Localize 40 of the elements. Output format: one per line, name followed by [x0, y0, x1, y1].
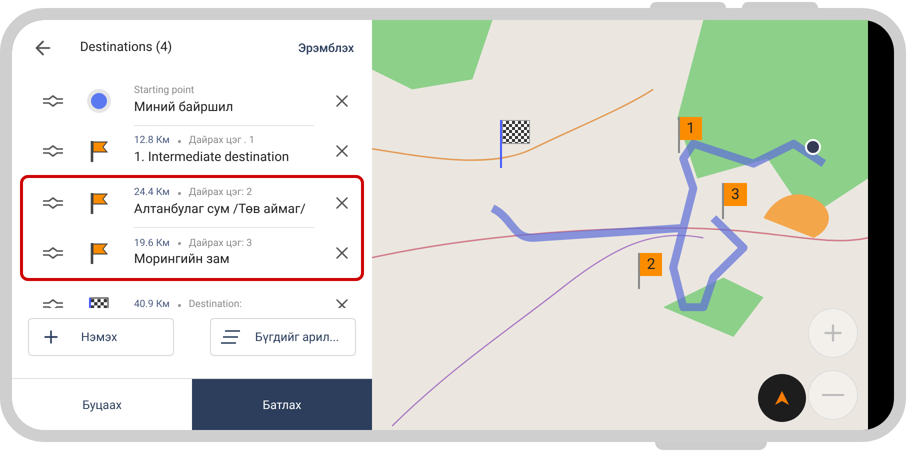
stop-caption: Дайрах цэг: 2: [188, 187, 252, 200]
minus-icon: [822, 394, 844, 396]
stop-caption: Дайрах цэг: 3: [188, 238, 252, 250]
drag-handle-icon[interactable]: [42, 144, 64, 158]
sort-link[interactable]: Эрэмблэх: [298, 39, 354, 57]
clear-all-button[interactable]: Бүгдийг арил...: [210, 318, 356, 356]
drag-handle-icon[interactable]: [42, 196, 64, 210]
flag-icon: [90, 140, 108, 162]
destination-row[interactable]: 12.8 Км Дайрах цэг . 1 1. Intermediate destination: [12, 126, 372, 176]
destination-row[interactable]: 19.6 Км Дайрах цэг: 3 Морингийн зам: [23, 228, 361, 278]
drag-handle-icon[interactable]: [42, 94, 64, 108]
finish-flag-marker[interactable]: [500, 120, 530, 168]
drag-handle-icon[interactable]: [42, 298, 64, 308]
navigation-arrow-icon: [775, 391, 789, 405]
distance-text: 19.6 Км: [134, 238, 170, 250]
destination-row[interactable]: 24.4 Км Дайрах цэг: 2 Алтанбулаг сум /Төв аймаг/: [23, 178, 361, 228]
navigation-button[interactable]: [758, 374, 806, 422]
destination-name: Миний байршил: [134, 100, 234, 116]
waypoint-number: 2: [640, 252, 662, 276]
lines-icon: [221, 330, 241, 344]
confirm-button[interactable]: Батлах: [192, 379, 372, 430]
distance-text: 12.8 Км: [134, 135, 170, 148]
destination-name: Морингийн зам: [134, 252, 231, 268]
destination-name: 1. Intermediate destination: [134, 150, 290, 166]
destination-row[interactable]: 40.9 Км Destination:: [12, 280, 372, 308]
flag-icon: [90, 242, 108, 264]
distance-text: 24.4 Км: [134, 187, 170, 200]
distance-text: 40.9 Км: [134, 298, 170, 308]
destination-name: Алтанбулаг сум /Төв аймаг/: [134, 202, 307, 218]
stop-caption: Дайрах цэг . 1: [188, 135, 255, 148]
stop-caption: Destination:: [188, 298, 242, 308]
waypoint-number: 3: [724, 182, 747, 206]
map-view[interactable]: 1 2 3: [372, 20, 868, 430]
destination-row[interactable]: Starting point Миний байршил: [12, 76, 372, 126]
stop-caption: Starting point: [134, 85, 194, 98]
flag-icon: [90, 192, 108, 214]
drag-handle-icon[interactable]: [42, 246, 64, 260]
waypoint-number: 1: [680, 117, 702, 140]
add-button[interactable]: Нэмэх: [28, 318, 174, 356]
panel-title: Destinations (4): [80, 39, 174, 58]
